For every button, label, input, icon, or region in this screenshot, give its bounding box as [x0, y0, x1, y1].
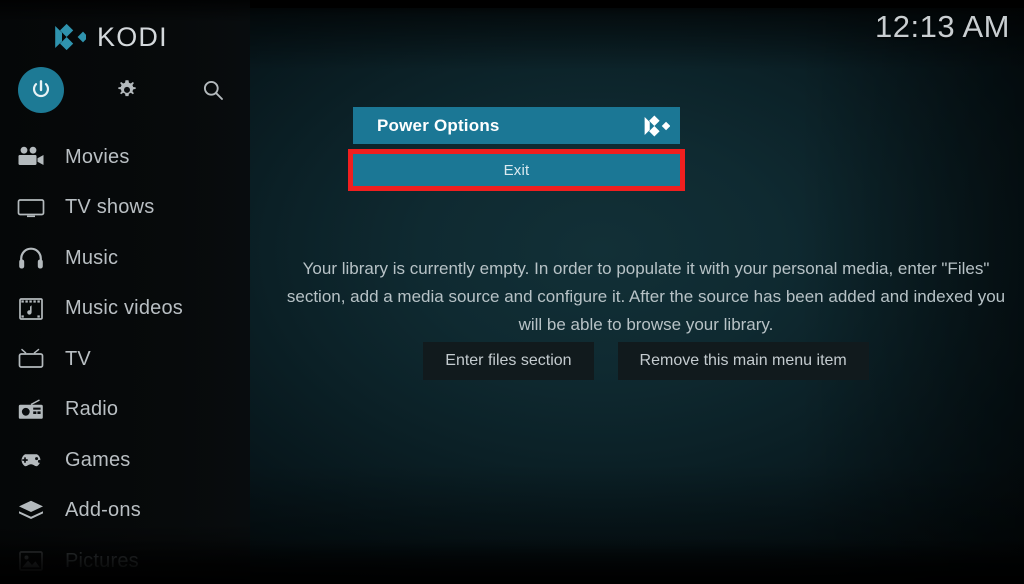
headphones-icon [14, 243, 48, 273]
brand-name: KODI [97, 21, 168, 52]
dialog-header: Power Options [353, 107, 680, 144]
sidebar-item-games[interactable]: Games [0, 435, 250, 486]
kodi-logo-icon [644, 114, 670, 137]
gear-icon [118, 80, 136, 97]
kodi-app-window: Your library is currently empty. In orde… [0, 0, 1024, 584]
brand: KODI [52, 18, 168, 56]
pictures-icon [14, 546, 48, 576]
exit-option-button[interactable]: Exit [353, 150, 680, 190]
sidebar: KODI Movies TV shows Music Music videos … [0, 0, 250, 584]
sidebar-item-music-videos[interactable]: Music videos [0, 284, 250, 335]
sidebar-item-label: TV [65, 347, 91, 370]
power-button[interactable] [18, 67, 64, 113]
sidebar-item-label: Music videos [65, 297, 183, 320]
sidebar-item-label: Pictures [65, 549, 139, 572]
sidebar-item-label: Movies [65, 145, 130, 168]
enter-files-section-button[interactable]: Enter files section [423, 342, 594, 380]
empty-library-message: Your library is currently empty. In orde… [286, 259, 1006, 334]
power-options-dialog: Power Options Exit [353, 107, 680, 190]
monitor-icon [14, 193, 48, 223]
search-icon [203, 80, 223, 100]
remove-main-menu-item-button[interactable]: Remove this main menu item [617, 342, 869, 380]
clock: 12:13 AM [875, 9, 1010, 44]
sidebar-item-radio[interactable]: Radio [0, 385, 250, 436]
sidebar-item-label: Radio [65, 398, 119, 421]
movie-camera-icon [14, 142, 48, 172]
sidebar-item-label: Add-ons [65, 499, 141, 522]
search-button[interactable] [190, 67, 236, 113]
settings-button[interactable] [104, 67, 150, 113]
sidebar-menu: Movies TV shows Music Music videos TV Ra… [0, 132, 250, 584]
sidebar-item-tv-shows[interactable]: TV shows [0, 183, 250, 234]
sidebar-item-music[interactable]: Music [0, 233, 250, 284]
gamepad-icon [14, 445, 48, 475]
sidebar-item-add-ons[interactable]: Add-ons [0, 486, 250, 537]
addons-box-icon [14, 496, 48, 526]
sidebar-item-movies[interactable]: Movies [0, 132, 250, 183]
sidebar-item-tv[interactable]: TV [0, 334, 250, 385]
music-video-icon [14, 294, 48, 324]
sidebar-item-label: Games [65, 448, 131, 471]
dialog-title: Power Options [377, 115, 500, 135]
radio-icon [14, 395, 48, 425]
power-icon [33, 80, 49, 98]
exit-option-label: Exit [503, 161, 530, 179]
kodi-logo-icon [55, 23, 86, 51]
empty-library-actions: Enter files section Remove this main men… [284, 342, 1008, 380]
sidebar-top-actions [0, 64, 250, 120]
dialog-options-list: Exit [353, 150, 680, 190]
tv-antenna-icon [14, 344, 48, 374]
sidebar-item-pictures[interactable]: Pictures [0, 536, 250, 584]
sidebar-item-label: Music [65, 246, 119, 269]
sidebar-item-label: TV shows [65, 196, 155, 219]
